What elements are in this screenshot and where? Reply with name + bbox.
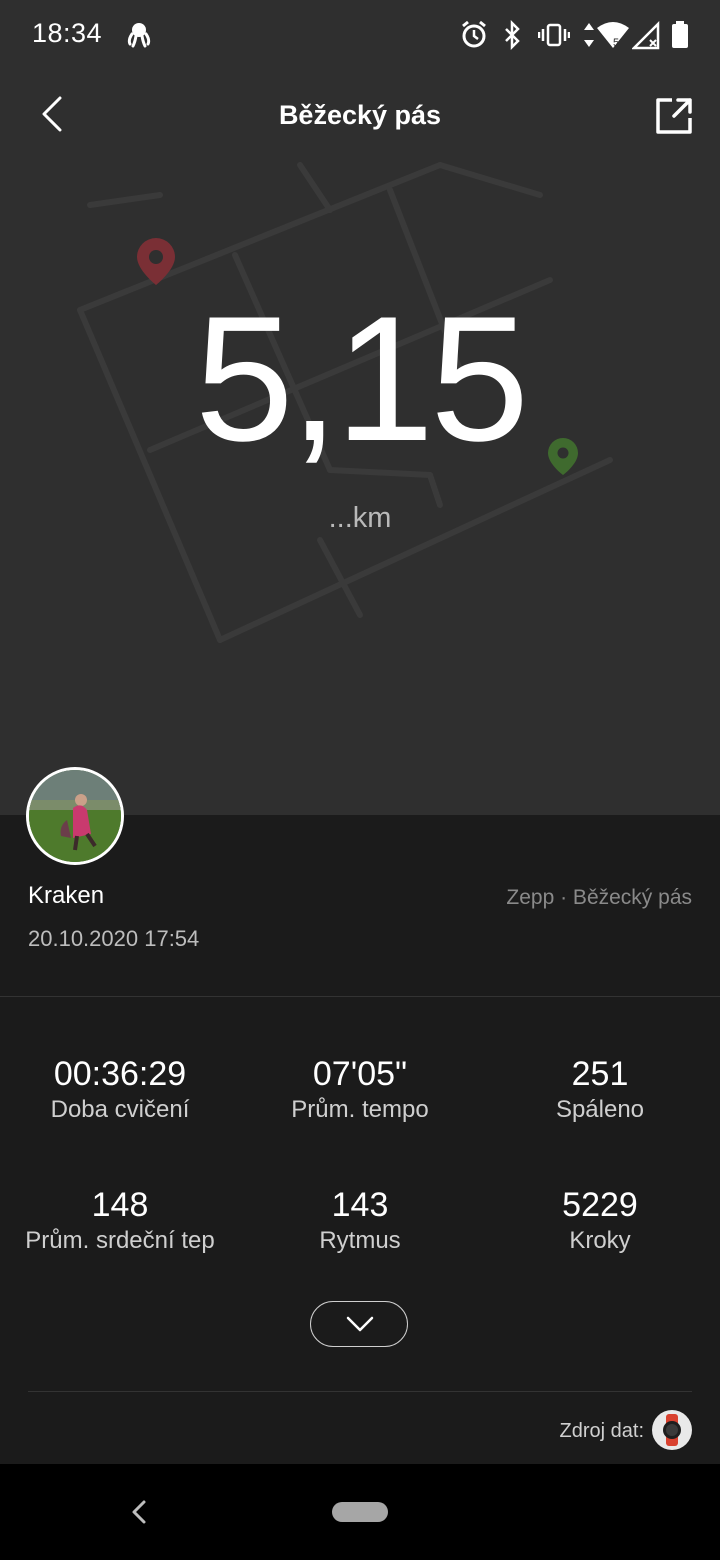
user-name: Kraken (28, 882, 105, 909)
status-bar: 18:34 5 (0, 0, 720, 72)
data-arrows-icon (584, 23, 594, 47)
distance-unit: ...km (328, 502, 392, 534)
octopus-icon (127, 23, 151, 48)
stat-label: Doba cvičení (50, 1096, 190, 1123)
avatar[interactable] (26, 767, 124, 865)
stat-label: Kroky (569, 1227, 631, 1254)
share-icon[interactable] (650, 92, 698, 140)
map-area: 18:34 5 Běžecký pás 5,15 ...km (0, 0, 720, 815)
divider (0, 996, 720, 997)
data-source[interactable]: Zdroj dat: (492, 1410, 692, 1450)
wifi-badge: 5 (613, 37, 619, 49)
home-pill[interactable] (332, 1502, 388, 1522)
stat-label: Spáleno (555, 1096, 645, 1123)
stat-value: 148 (91, 1186, 149, 1224)
stat-value: 251 (571, 1055, 629, 1093)
status-time: 18:34 (32, 18, 103, 48)
stat-label: Prům. srdeční tep (25, 1227, 215, 1254)
signal-icon (632, 20, 660, 50)
vibrate-icon (538, 23, 570, 47)
page-title: Běžecký pás (278, 100, 442, 130)
wifi-icon: 5 (597, 22, 629, 49)
workout-source: Zepp · Běžecký pás (506, 886, 692, 909)
avatar-photo (29, 770, 121, 862)
stat-label: Rytmus (319, 1227, 401, 1254)
stat-value: 00:36:29 (53, 1055, 187, 1093)
divider (28, 1391, 692, 1392)
stat-label: Prům. tempo (291, 1096, 429, 1123)
chevron-down-icon (346, 1316, 374, 1332)
distance-value: 5,15 (194, 279, 529, 478)
stat-heart-rate: 148 Prům. srdeční tep (0, 1185, 240, 1255)
nav-back-icon[interactable] (124, 1494, 154, 1530)
workout-datetime: 20.10.2020 17:54 (28, 926, 200, 951)
stat-value: 143 (331, 1186, 389, 1224)
navigation-bar (0, 1464, 720, 1560)
stat-pace: 07'05" Prům. tempo (240, 1054, 480, 1124)
expand-button[interactable] (310, 1301, 408, 1347)
stat-calories: 251 Spáleno (480, 1054, 720, 1124)
bluetooth-icon (505, 20, 520, 50)
data-source-label: Zdroj dat: (559, 1420, 644, 1442)
stat-cadence: 143 Rytmus (240, 1185, 480, 1255)
start-marker-icon (137, 238, 175, 285)
stat-value: 07'05" (312, 1055, 408, 1093)
stat-steps: 5229 Kroky (480, 1185, 720, 1255)
watch-icon (652, 1410, 692, 1450)
battery-icon (672, 21, 688, 48)
stat-value: 5229 (562, 1186, 638, 1224)
alarm-icon (462, 20, 486, 48)
stat-duration: 00:36:29 Doba cvičení (0, 1054, 240, 1124)
header: Běžecký pás (0, 80, 720, 152)
